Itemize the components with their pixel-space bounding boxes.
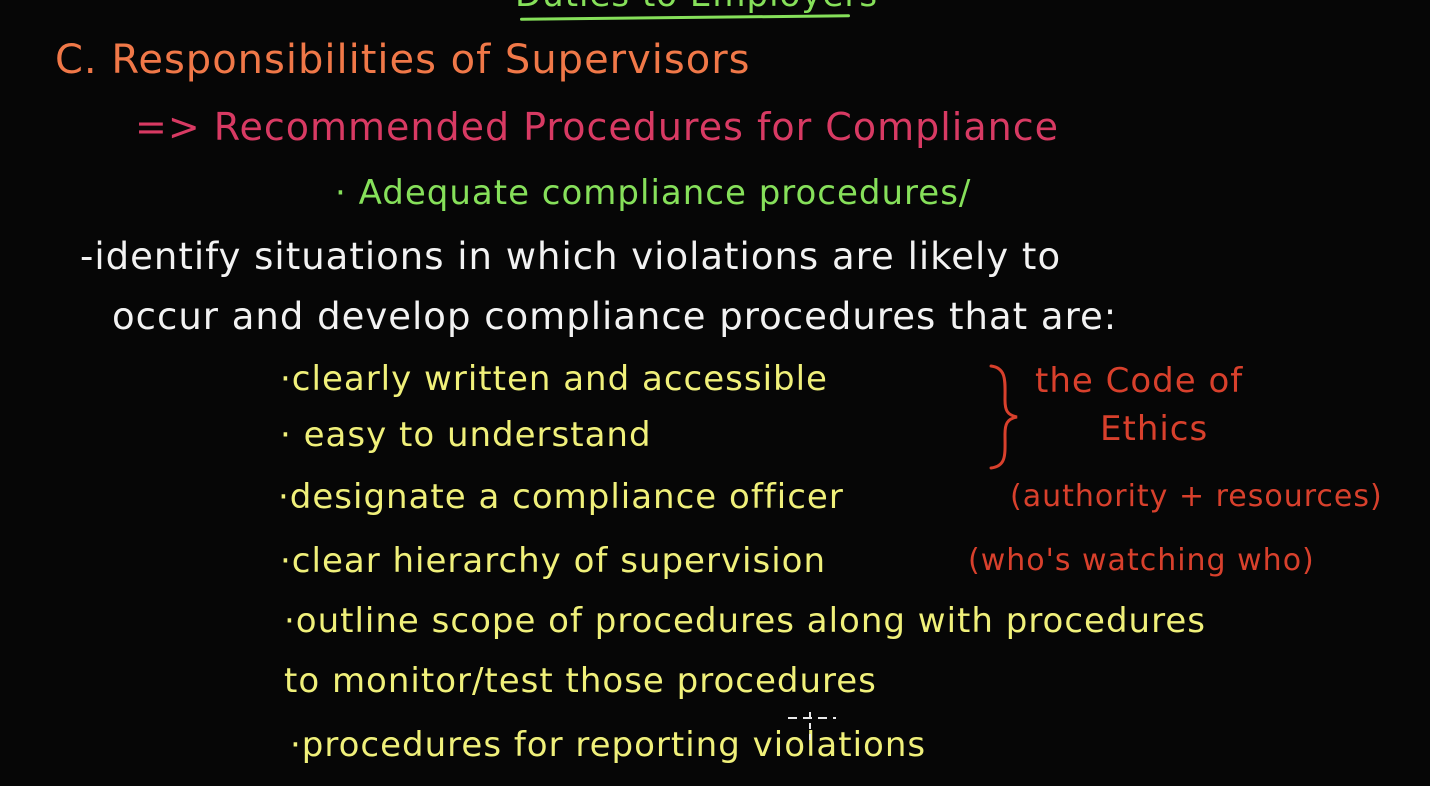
authority-resources-note: (authority + resources) — [1010, 479, 1383, 514]
title-underline — [519, 14, 851, 21]
bullet-easy-to-understand: · easy to understand — [280, 415, 652, 455]
bullet-outline-scope-line-1: ·outline scope of procedures along with … — [284, 601, 1206, 641]
whos-watching-note: (who's watching who) — [968, 543, 1315, 578]
sub-heading: => Recommended Procedures for Compliance — [135, 105, 1059, 149]
bullet-hierarchy: ·clear hierarchy of supervision — [280, 541, 827, 581]
crosshair-cursor-icon — [788, 712, 836, 740]
bullet-outline-scope-line-2: to monitor/test those procedures — [284, 661, 877, 701]
code-of-ethics-note-line-1: the Code of — [1035, 361, 1244, 401]
code-of-ethics-note-line-2: Ethics — [1100, 409, 1209, 449]
section-heading: C. Responsibilities of Supervisors — [55, 37, 751, 83]
identify-line-1: -identify situations in which violations… — [80, 235, 1062, 278]
identify-line-2: occur and develop compliance procedures … — [112, 295, 1118, 338]
adequate-procedures-line: · Adequate compliance procedures/ — [335, 173, 972, 213]
top-title: Duties to Employers — [515, 0, 878, 12]
bullet-designate-officer: ·designate a compliance officer — [278, 477, 844, 517]
chalkboard: Duties to Employers C. Responsibilities … — [0, 0, 1430, 786]
curly-brace-icon — [989, 364, 1018, 470]
bullet-clearly-written: ·clearly written and accessible — [280, 359, 828, 399]
